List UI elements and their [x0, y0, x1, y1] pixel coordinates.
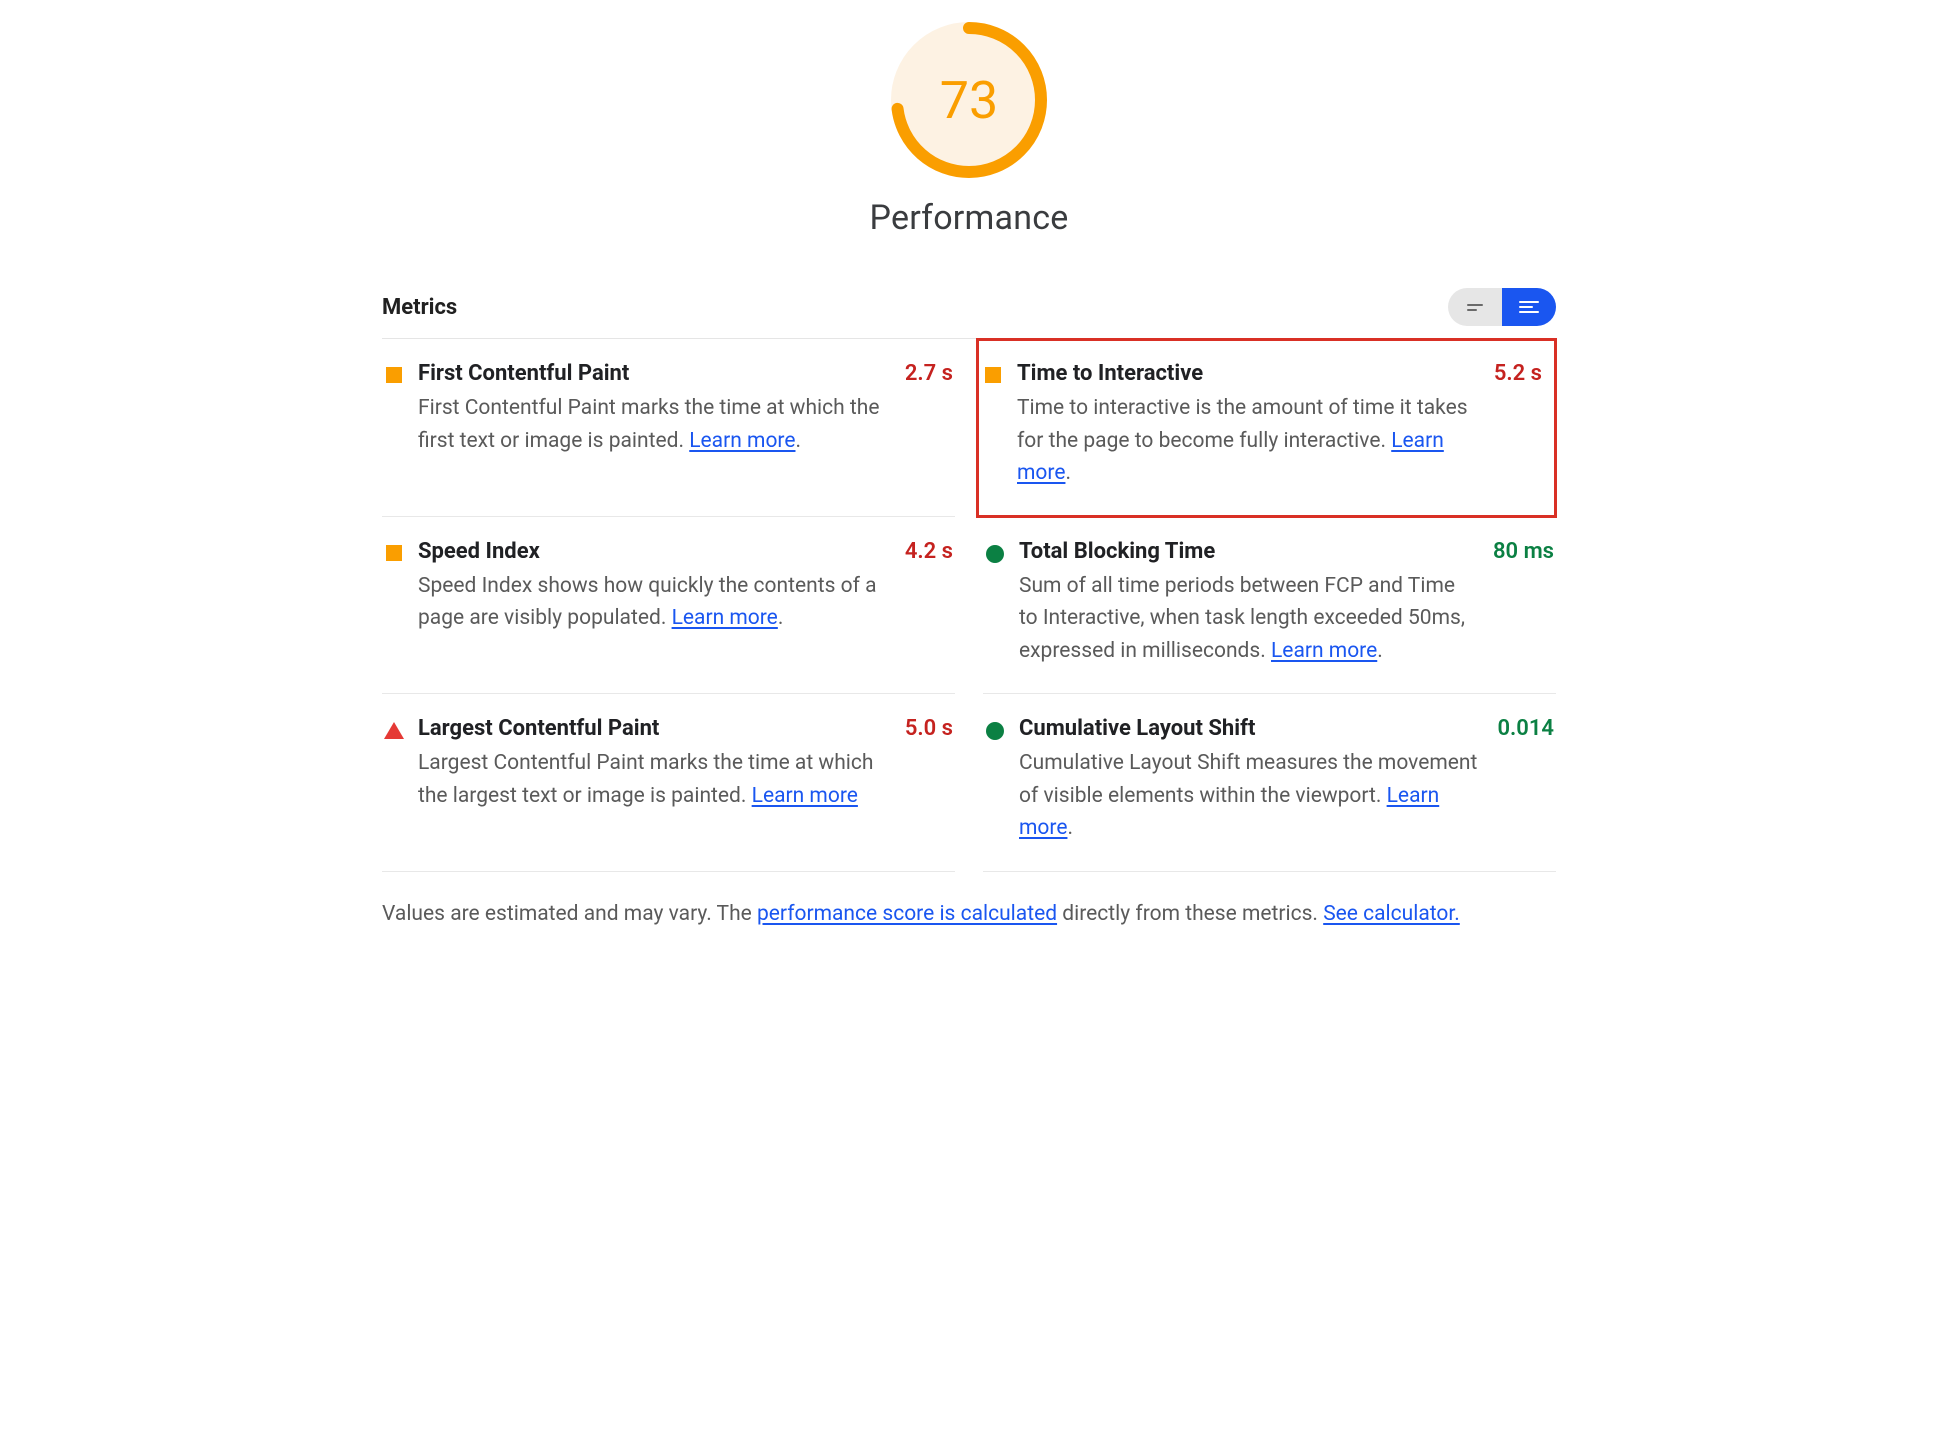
view-toggle — [1448, 288, 1556, 326]
metric-value: 80 ms — [1477, 539, 1554, 668]
view-expanded-button[interactable] — [1502, 288, 1556, 326]
learn-more-link[interactable]: Learn more — [689, 429, 795, 453]
metric-si: Speed Index Speed Index shows how quickl… — [382, 517, 955, 695]
compact-icon — [1467, 304, 1483, 311]
view-compact-button[interactable] — [1448, 288, 1502, 326]
metric-value: 5.2 s — [1478, 361, 1542, 490]
learn-more-link[interactable]: Learn more — [672, 606, 778, 630]
square-average-icon — [386, 367, 402, 383]
metric-title: Total Blocking Time — [1019, 539, 1477, 564]
status-icon — [983, 367, 1003, 490]
status-icon — [985, 722, 1005, 845]
metrics-grid: First Contentful Paint First Contentful … — [382, 338, 1556, 872]
metric-description: Time to interactive is the amount of tim… — [1017, 392, 1478, 490]
metric-description: Speed Index shows how quickly the conten… — [418, 570, 889, 635]
metric-fcp: First Contentful Paint First Contentful … — [382, 339, 955, 517]
square-average-icon — [985, 367, 1001, 383]
metric-title: Speed Index — [418, 539, 889, 564]
metric-value: 0.014 — [1481, 716, 1554, 845]
metric-value: 2.7 s — [889, 361, 953, 490]
metric-description: Cumulative Layout Shift measures the mov… — [1019, 747, 1481, 845]
score-value: 73 — [889, 20, 1049, 180]
expanded-icon — [1519, 301, 1539, 313]
metric-lcp: Largest Contentful Paint Largest Content… — [382, 694, 955, 872]
metric-tti: Time to Interactive Time to interactive … — [977, 339, 1556, 517]
metric-title: Time to Interactive — [1017, 361, 1478, 386]
circle-good-icon — [986, 545, 1004, 563]
metric-description: Largest Contentful Paint marks the time … — [418, 747, 889, 812]
learn-more-link[interactable]: Learn more — [1271, 639, 1377, 663]
square-average-icon — [386, 545, 402, 561]
metric-cls: Cumulative Layout Shift Cumulative Layou… — [983, 694, 1556, 872]
status-icon — [985, 545, 1005, 668]
metric-value: 4.2 s — [889, 539, 953, 668]
status-icon — [384, 367, 404, 490]
learn-more-link[interactable]: Learn more — [752, 784, 858, 808]
circle-good-icon — [986, 722, 1004, 740]
status-icon — [384, 545, 404, 668]
metric-title: Largest Contentful Paint — [418, 716, 889, 741]
metric-tbt: Total Blocking Time Sum of all time peri… — [983, 517, 1556, 695]
metrics-heading: Metrics — [382, 295, 457, 320]
performance-gauge: 73 Performance — [382, 20, 1556, 238]
footnote: Values are estimated and may vary. The p… — [382, 898, 1556, 931]
see-calculator-link[interactable]: See calculator. — [1323, 902, 1460, 926]
metric-title: Cumulative Layout Shift — [1019, 716, 1481, 741]
metric-description: Sum of all time periods between FCP and … — [1019, 570, 1477, 668]
category-title: Performance — [870, 198, 1069, 238]
metric-title: First Contentful Paint — [418, 361, 889, 386]
metric-description: First Contentful Paint marks the time at… — [418, 392, 889, 457]
status-icon — [384, 722, 404, 845]
score-calc-link[interactable]: performance score is calculated — [757, 902, 1057, 926]
metric-value: 5.0 s — [889, 716, 953, 845]
triangle-fail-icon — [384, 722, 404, 739]
score-gauge: 73 — [889, 20, 1049, 180]
